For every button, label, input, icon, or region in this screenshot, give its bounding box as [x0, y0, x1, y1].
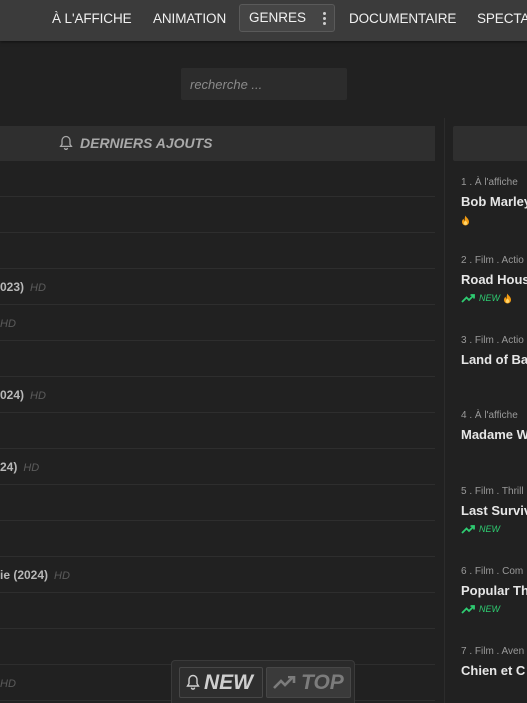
top-item-badges: NEW	[461, 292, 527, 304]
more-vertical-icon[interactable]	[323, 12, 326, 26]
nav-documentaire[interactable]: DOCUMENTAIRE	[349, 0, 456, 37]
latest-header: DERNIERS AJOUTS	[0, 126, 435, 161]
new-badge: NEW	[479, 524, 500, 534]
latest-item-title[interactable]: HD	[0, 305, 16, 342]
top-item-badges: NEW	[461, 523, 527, 535]
top-item-title[interactable]: Chien et C	[461, 663, 527, 678]
top-item[interactable]: 3 . Film . Actio Land of Ba	[461, 335, 527, 384]
top-item-title[interactable]: Popular Th	[461, 583, 527, 598]
search-input[interactable]	[181, 68, 347, 100]
top-navigation: À L'AFFICHE ANIMATION GENRES DOCUMENTAIR…	[0, 0, 527, 41]
list-item[interactable]	[0, 233, 435, 269]
list-item[interactable]	[0, 161, 435, 197]
list-item[interactable]: 24) HD	[0, 449, 435, 485]
top-item-title[interactable]: Bob Marley	[461, 194, 527, 209]
top-item-badges	[461, 214, 527, 226]
top-item-badges	[461, 683, 527, 695]
new-badge: NEW	[479, 604, 500, 614]
list-item[interactable]	[0, 521, 435, 557]
top-item[interactable]: 2 . Film . Actio Road Hous NEW	[461, 255, 527, 304]
latest-item-text: 023)	[0, 280, 25, 294]
top-item[interactable]: 5 . Film . Thrill Last Surviv NEW	[461, 486, 527, 535]
trending-up-icon	[461, 293, 475, 303]
top-item-title[interactable]: Road Hous	[461, 272, 527, 287]
top-item-meta: 7 . Film . Aven	[461, 646, 525, 657]
trending-up-icon	[461, 604, 475, 614]
nav-spectacle[interactable]: SPECTA	[477, 0, 527, 37]
top-item[interactable]: 7 . Film . Aven Chien et C	[461, 646, 527, 695]
list-item[interactable]	[0, 341, 435, 377]
nav-animation[interactable]: ANIMATION	[153, 0, 226, 37]
trending-up-icon	[273, 675, 296, 689]
quality-badge: HD	[30, 390, 46, 402]
latest-item-title[interactable]: 24) HD	[0, 449, 39, 486]
latest-list: 023) HD HD 024) HD 24) HD ie (2024) HD HD	[0, 161, 435, 701]
quality-badge: HD	[23, 462, 40, 474]
fire-icon	[504, 293, 511, 303]
new-button[interactable]: NEW	[179, 667, 263, 698]
top-item-badges	[461, 372, 527, 384]
top-item[interactable]: 1 . À l'affiche Bob Marley	[461, 177, 527, 226]
top-item-meta: 1 . À l'affiche	[461, 177, 518, 188]
new-button-label: NEW	[204, 670, 253, 694]
list-item[interactable]: 024) HD	[0, 377, 435, 413]
latest-title: DERNIERS AJOUTS	[80, 135, 213, 151]
top-item-meta: 3 . Film . Actio	[461, 335, 524, 346]
list-switch: NEW TOP	[171, 660, 355, 703]
top-item[interactable]: 6 . Film . Com Popular Th NEW	[461, 566, 527, 615]
top-item[interactable]: 4 . À l'affiche Madame W	[461, 410, 527, 459]
latest-item-text: 024)	[0, 388, 25, 402]
latest-item-text: ie (2024)	[0, 568, 49, 582]
quality-badge: HD	[0, 678, 16, 690]
quality-badge: HD	[30, 282, 46, 294]
list-item[interactable]	[0, 413, 435, 449]
latest-item-title[interactable]: 023) HD	[0, 269, 46, 306]
latest-item-title[interactable]: 024) HD	[0, 377, 46, 414]
top-header	[453, 126, 527, 161]
new-badge: NEW	[479, 293, 500, 303]
top-item-meta: 2 . Film . Actio	[461, 255, 524, 266]
top-item-title[interactable]: Last Surviv	[461, 503, 527, 518]
bell-icon	[59, 135, 73, 156]
top-item-title[interactable]: Land of Ba	[461, 352, 527, 367]
top-item-meta: 5 . Film . Thrill	[461, 486, 524, 497]
top-item-badges: NEW	[461, 603, 527, 615]
nav-a-l-affiche[interactable]: À L'AFFICHE	[52, 0, 132, 37]
latest-item-text: 24)	[0, 460, 18, 474]
top-button-label: TOP	[301, 670, 344, 694]
top-item-badges	[461, 447, 527, 459]
list-item[interactable]	[0, 593, 435, 629]
panel-divider	[444, 118, 445, 703]
bell-icon	[186, 674, 200, 690]
nav-genres[interactable]: GENRES	[239, 4, 335, 32]
trending-up-icon	[461, 524, 475, 534]
latest-item-title[interactable]: HD	[0, 665, 16, 702]
list-item[interactable]	[0, 485, 435, 521]
top-button[interactable]: TOP	[266, 667, 351, 698]
latest-item-title[interactable]: ie (2024) HD	[0, 557, 70, 594]
list-item[interactable]: HD	[0, 305, 435, 341]
nav-genres-label: GENRES	[249, 10, 307, 25]
list-item[interactable]: ie (2024) HD	[0, 557, 435, 593]
quality-badge: HD	[0, 318, 16, 330]
list-item[interactable]	[0, 197, 435, 233]
quality-badge: HD	[54, 570, 70, 582]
top-item-meta: 6 . Film . Com	[461, 566, 524, 577]
top-item-title[interactable]: Madame W	[461, 427, 527, 442]
list-item[interactable]: 023) HD	[0, 269, 435, 305]
fire-icon	[462, 215, 469, 225]
top-item-meta: 4 . À l'affiche	[461, 410, 518, 421]
